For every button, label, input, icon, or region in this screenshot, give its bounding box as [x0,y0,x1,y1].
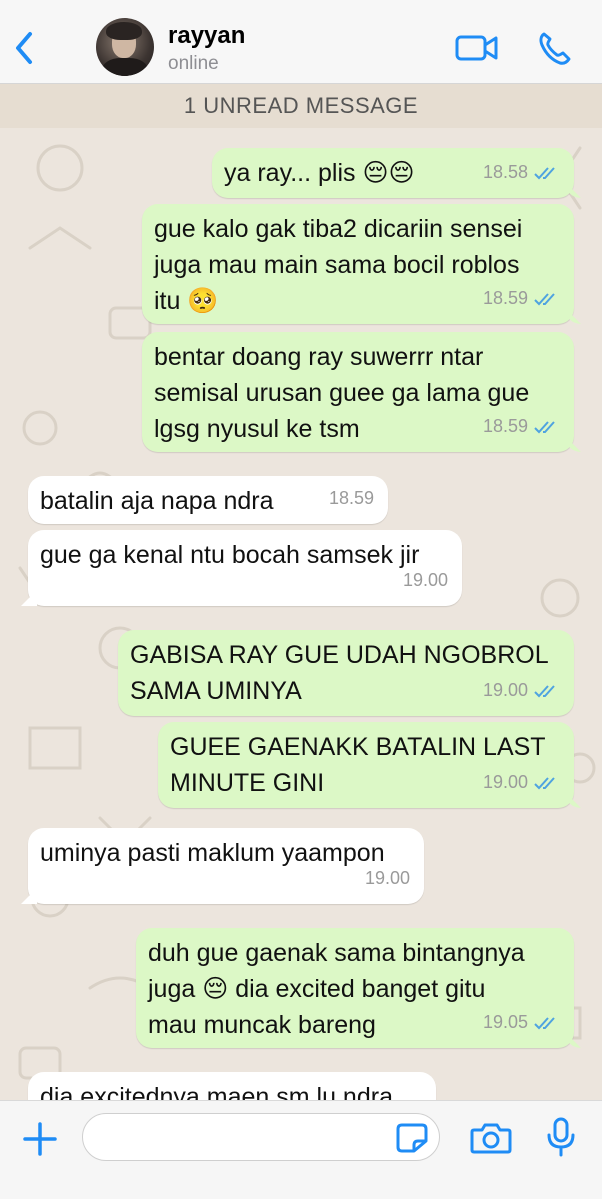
message-bubble-outgoing[interactable]: duh gue gaenak sama bintangnya juga 😔 di… [136,928,574,1048]
message-time: 18.59 [328,488,374,508]
message-text: gue ga kenal ntu bocah samsek jir [40,541,420,569]
message-meta: 18.58 [483,154,560,190]
message-bubble-incoming[interactable]: batalin aja napa ndra 18.59 [28,476,388,524]
camera-icon[interactable] [470,1121,512,1155]
message-text: batalin aja napa ndra [40,487,274,515]
avatar[interactable] [96,18,154,76]
message-meta: 19.00 [483,672,560,708]
message-meta: 19.00 [483,764,560,800]
message-time: 19.00 [482,680,528,700]
message-time: 18.59 [482,288,528,308]
input-bar [0,1100,602,1199]
video-camera-icon[interactable] [454,28,500,68]
message-time: 19.00 [402,570,448,590]
message-input[interactable] [82,1113,440,1161]
microphone-icon[interactable] [544,1117,578,1157]
message-bubble-outgoing[interactable]: bentar doang ray suwerrr ntar semisal ur… [142,332,574,452]
avatar-hair [106,22,142,40]
message-bubble-outgoing[interactable]: GUEE GAENAKK BATALIN LAST MINUTE GINI 19… [158,722,574,808]
double-check-icon [534,421,555,434]
message-time: 19.05 [482,1012,528,1032]
message-text: uminya pasti maklum yaampon [40,839,385,867]
message-meta: 18.59 [483,408,560,444]
double-check-icon [534,293,555,306]
contact-name[interactable]: rayyan [168,22,245,50]
double-check-icon [534,1017,555,1030]
plus-icon[interactable] [22,1121,58,1157]
message-bubble-outgoing[interactable]: GABISA RAY GUE UDAH NGOBROL SAMA UMINYA … [118,630,574,716]
message-bubble-outgoing[interactable]: gue kalo gak tiba2 dicariin sensei juga … [142,204,574,324]
message-bubble-incoming[interactable]: gue ga kenal ntu bocah samsek jir 19.00 [28,530,462,606]
message-time: 18.59 [482,416,528,436]
message-text: dia excitednya maen sm lu ndra [40,1083,393,1100]
chevron-left-icon[interactable] [10,28,40,68]
double-check-icon [534,167,555,180]
unread-banner: 1 UNREAD MESSAGE [0,84,602,128]
message-bubble-outgoing[interactable]: ya ray... plis 😔😔 18.58 [212,148,574,198]
message-time: 19.00 [482,772,528,792]
double-check-icon [534,777,555,790]
message-bubble-incoming[interactable]: dia excitednya maen sm lu ndra [28,1072,436,1100]
sticker-icon[interactable] [396,1123,428,1153]
message-meta: 18.59 [483,280,560,316]
message-meta: 19.05 [483,1004,560,1040]
phone-icon[interactable] [536,28,572,68]
message-time: 18.58 [482,162,528,182]
avatar-body [102,58,148,76]
contact-status: online [168,53,219,74]
double-check-icon [534,685,555,698]
message-bubble-incoming[interactable]: uminya pasti maklum yaampon 19.00 [28,828,424,904]
message-time: 19.00 [364,868,410,888]
chat-area: ya ray... plis 😔😔 18.58 gue kalo gak tib… [0,128,602,1100]
chat-header: rayyan online [0,0,602,84]
